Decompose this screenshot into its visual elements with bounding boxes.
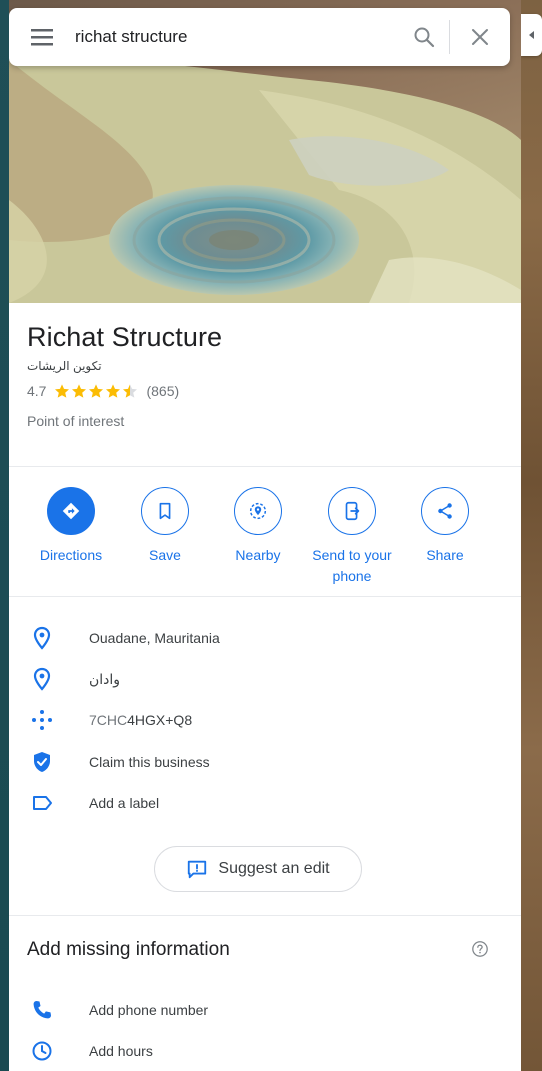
divider	[9, 915, 521, 916]
share-icon	[438, 503, 452, 519]
star-icon	[106, 384, 121, 398]
help-button[interactable]	[471, 940, 491, 960]
add-hours-text: Add hours	[89, 1043, 153, 1059]
bookmark-icon	[159, 502, 171, 520]
search-icon	[414, 27, 435, 48]
share-button[interactable]: Share	[395, 487, 495, 566]
suggest-edit-label: Suggest an edit	[218, 860, 330, 877]
native-address-row[interactable]: وادان	[9, 659, 521, 699]
location-pin-icon	[29, 666, 55, 692]
window-frame	[0, 0, 9, 1071]
place-native-name: تكوين الريشات	[27, 359, 102, 373]
divider	[9, 596, 521, 597]
nearby-button[interactable]: Nearby	[208, 487, 308, 566]
close-icon	[472, 29, 488, 45]
share-circle	[421, 487, 469, 535]
half-star-icon	[123, 384, 138, 398]
clock-icon	[29, 1038, 55, 1064]
directions-icon	[62, 502, 80, 520]
plus-code-suffix: 4HGX+Q8	[127, 712, 193, 728]
feedback-icon	[188, 860, 207, 879]
collapse-panel-button[interactable]	[521, 14, 542, 56]
hamburger-icon	[31, 29, 53, 46]
map-view[interactable]	[521, 0, 542, 1071]
native-address-text: وادان	[89, 670, 121, 687]
search-input[interactable]	[75, 17, 399, 57]
action-label: Directions	[39, 547, 103, 563]
nearby-icon	[249, 502, 267, 520]
place-category[interactable]: Point of interest	[27, 413, 507, 429]
help-icon	[472, 941, 488, 957]
plus-code-text: 7CHC4HGX+Q8	[89, 712, 192, 728]
action-buttons: Directions Save Nearby Send to your phon…	[9, 487, 521, 587]
search-bar	[9, 8, 510, 66]
location-pin-icon	[29, 625, 55, 651]
directions-circle	[47, 487, 95, 535]
claim-business-text: Claim this business	[89, 754, 210, 770]
send-to-phone-icon	[345, 501, 360, 521]
search-button[interactable]	[399, 8, 449, 66]
verified-shield-icon	[29, 749, 55, 775]
divider	[9, 466, 521, 467]
rating-row: 4.7 (865)	[27, 383, 507, 399]
missing-info-title: Add missing information	[27, 939, 230, 960]
star-icon	[89, 384, 104, 398]
add-label-text: Add a label	[89, 795, 160, 811]
add-hours-row[interactable]: Add hours	[9, 1031, 521, 1071]
directions-button[interactable]: Directions	[21, 487, 121, 566]
place-panel: Richat Structure تكوين الريشات 4.7 (865)…	[9, 0, 521, 1071]
action-label: Share	[426, 547, 464, 563]
star-rating	[54, 383, 138, 399]
claim-business-row[interactable]: Claim this business	[9, 742, 521, 782]
address-text: Ouadane, Mauritania	[89, 630, 220, 646]
place-title: Richat Structure	[27, 322, 223, 352]
action-label: Save	[149, 547, 181, 563]
add-label-row[interactable]: Add a label	[9, 783, 521, 823]
nearby-circle	[234, 487, 282, 535]
review-count-link[interactable]: (865)	[146, 383, 179, 399]
add-phone-text: Add phone number	[89, 1002, 209, 1018]
address-row[interactable]: Ouadane, Mauritania	[9, 618, 521, 658]
menu-button[interactable]	[9, 8, 75, 66]
caret-left-icon	[528, 31, 534, 39]
send-to-phone-button[interactable]: Send to your phone	[302, 487, 402, 587]
plus-code-prefix: 7CHC	[89, 712, 128, 728]
action-label: Nearby	[235, 547, 281, 563]
save-button[interactable]: Save	[115, 487, 215, 566]
plus-code-row[interactable]: 7CHC4HGX+Q8	[9, 700, 521, 740]
star-icon	[72, 384, 87, 398]
clear-search-button[interactable]	[450, 8, 510, 66]
rating-value: 4.7	[27, 383, 47, 399]
label-icon	[29, 790, 55, 816]
action-label: Send to your phone	[312, 547, 392, 584]
save-circle	[141, 487, 189, 535]
star-icon	[55, 384, 70, 398]
plus-code-icon	[29, 707, 55, 733]
send-to-phone-circle	[328, 487, 376, 535]
place-header: Richat Structure تكوين الريشات 4.7 (865)…	[27, 322, 507, 429]
suggest-edit-button[interactable]: Suggest an edit	[154, 846, 362, 892]
add-phone-row[interactable]: Add phone number	[9, 990, 521, 1030]
phone-icon	[29, 997, 55, 1023]
